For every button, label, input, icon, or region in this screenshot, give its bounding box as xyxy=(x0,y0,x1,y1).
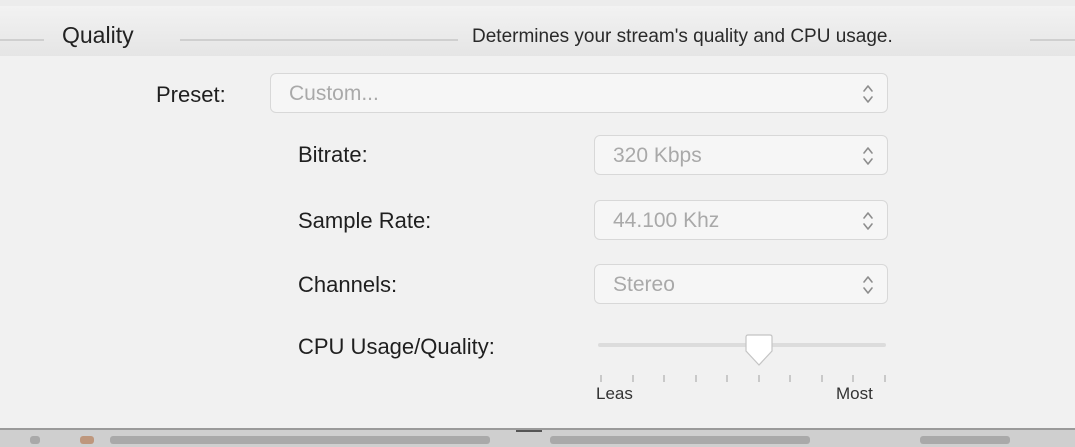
blurred-content xyxy=(110,436,490,444)
group-description: Determines your stream's quality and CPU… xyxy=(472,26,893,47)
slider-thumb-icon[interactable] xyxy=(744,333,774,367)
bitrate-label: Bitrate: xyxy=(298,142,368,167)
header-rule-left xyxy=(0,39,44,41)
cpu-quality-label: CPU Usage/Quality: xyxy=(298,334,495,359)
chevron-up-down-icon xyxy=(863,276,873,294)
slider-track xyxy=(598,343,886,347)
blurred-content xyxy=(920,436,1010,444)
sample-rate-label: Sample Rate: xyxy=(298,208,432,233)
header-rule-middle xyxy=(180,39,458,41)
channels-select[interactable]: Stereo xyxy=(594,264,888,304)
channels-value: Stereo xyxy=(613,273,675,296)
slider-tick xyxy=(789,375,791,382)
slider-tick xyxy=(758,375,760,382)
preset-label: Preset: xyxy=(156,82,226,107)
resize-grip-icon[interactable] xyxy=(516,430,542,432)
window-bottom-edge xyxy=(0,428,1075,447)
sample-rate-select[interactable]: 44.100 Khz xyxy=(594,200,888,240)
slider-tick xyxy=(884,375,886,382)
slider-tick xyxy=(632,375,634,382)
group-title: Quality xyxy=(62,22,134,48)
header-rule-right xyxy=(1030,39,1075,41)
channels-label: Channels: xyxy=(298,272,398,297)
slider-tick xyxy=(600,375,602,382)
preset-value: Custom... xyxy=(289,82,379,105)
slider-tick xyxy=(695,375,697,382)
bitrate-value: 320 Kbps xyxy=(613,144,702,167)
cpu-quality-slider[interactable] xyxy=(598,333,888,373)
slider-tick xyxy=(663,375,665,382)
slider-tick xyxy=(852,375,854,382)
bitrate-select[interactable]: 320 Kbps xyxy=(594,135,888,175)
slider-max-label: Most xyxy=(836,384,873,403)
blurred-content xyxy=(30,436,40,444)
sample-rate-value: 44.100 Khz xyxy=(613,209,720,232)
chevron-up-down-icon xyxy=(863,147,873,165)
slider-min-label: Leas xyxy=(596,384,633,403)
blurred-content xyxy=(80,436,94,444)
chevron-up-down-icon xyxy=(863,85,873,103)
slider-tick xyxy=(726,375,728,382)
preset-select[interactable]: Custom... xyxy=(270,73,888,113)
chevron-up-down-icon xyxy=(863,212,873,230)
blurred-content xyxy=(550,436,810,444)
slider-tick xyxy=(821,375,823,382)
quality-group-header: Quality Determines your stream's quality… xyxy=(0,6,1075,56)
preferences-window: Quality Determines your stream's quality… xyxy=(0,0,1075,447)
